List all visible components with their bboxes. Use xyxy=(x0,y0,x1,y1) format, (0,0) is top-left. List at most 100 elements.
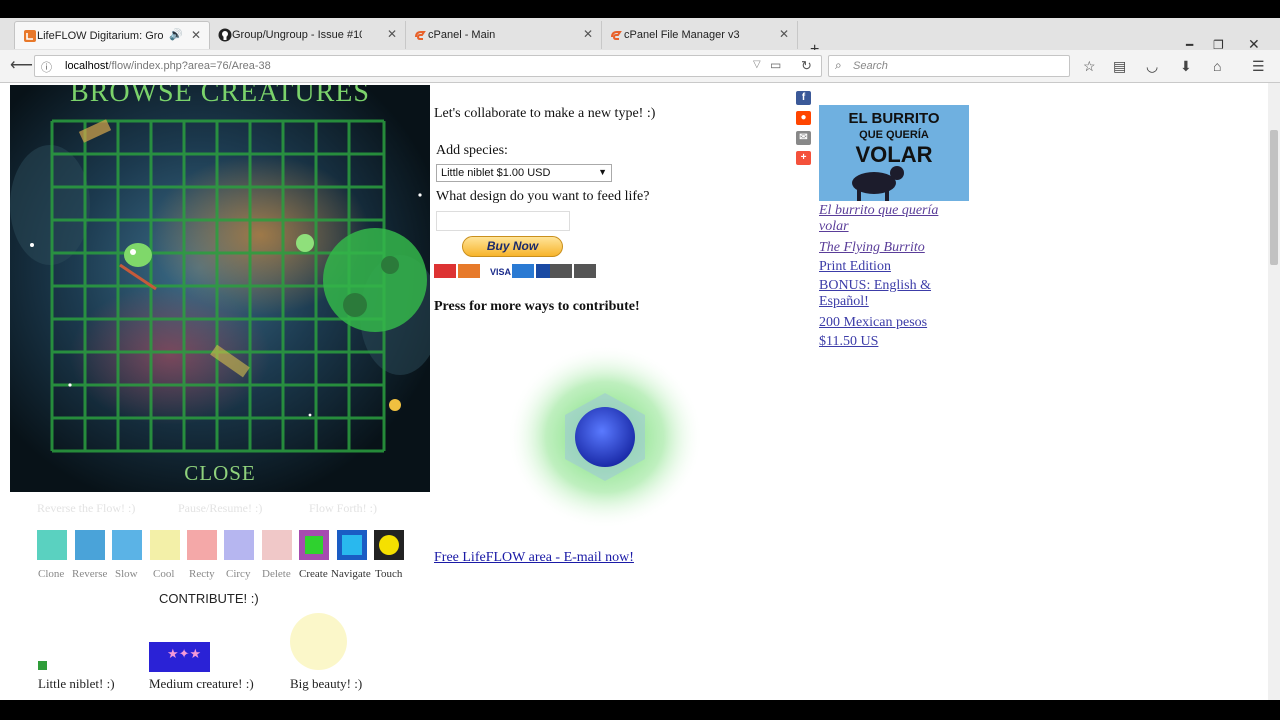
little-niblet-swatch[interactable] xyxy=(38,661,47,670)
donkey-illustration xyxy=(852,166,904,201)
buy-now-button[interactable]: Buy Now xyxy=(462,236,563,257)
home-icon[interactable]: ⌂ xyxy=(1213,58,1221,74)
collab-text: Let's collaborate to make a new type! :) xyxy=(434,106,656,121)
tool-label-cool: Cool xyxy=(153,568,175,580)
medium-creature-swatch[interactable]: ★✦★ xyxy=(149,642,210,672)
tool-label-create: Create xyxy=(299,568,328,580)
tab-lifeflow[interactable]: LifeFLOW Digitarium: Gro 🔊 ✕ xyxy=(14,21,210,49)
clone-tool-icon[interactable] xyxy=(37,530,67,560)
search-placeholder: Search xyxy=(853,60,888,72)
navigate-tool-icon[interactable] xyxy=(337,530,367,560)
dropdown-arrow-icon: ▼ xyxy=(598,167,607,177)
flow-forth-button[interactable]: Flow Forth! :) xyxy=(309,501,377,516)
lifeflow-favicon-icon xyxy=(24,30,36,42)
search-box[interactable]: ⌕ Search xyxy=(828,55,1070,77)
species-select[interactable]: Little niblet $1.00 USD ▼ xyxy=(436,164,612,182)
tab-github-issue[interactable]: Group/Ungroup - Issue #10 - ✕ xyxy=(210,21,406,49)
tool-label-recty: Recty xyxy=(189,568,215,580)
bonus-link[interactable]: BONUS: English & Español! xyxy=(819,278,969,310)
email-icon[interactable]: ✉ xyxy=(796,131,811,145)
add-species-label: Add species: xyxy=(436,143,508,158)
pocket-icon[interactable]: ◡ xyxy=(1146,58,1158,75)
navigation-toolbar: ⟵ ⓘ localhost/flow/index.php?area=76/Are… xyxy=(0,50,1280,83)
price-usd-link[interactable]: $11.50 US xyxy=(819,334,878,350)
contribute-orb-icon[interactable] xyxy=(505,345,705,535)
close-tab-icon[interactable]: ✕ xyxy=(387,27,397,41)
book-title-es-link[interactable]: El burrito que quería volar xyxy=(819,203,938,235)
design-input[interactable] xyxy=(436,211,570,231)
payment-cards-icon: VISA xyxy=(434,264,596,278)
slow-tool-icon[interactable] xyxy=(112,530,142,560)
size-label-little[interactable]: Little niblet! :) xyxy=(38,676,115,692)
reader-view-icon[interactable]: ▭ xyxy=(770,58,781,72)
reverse-tool-icon[interactable] xyxy=(75,530,105,560)
tab-strip: LifeFLOW Digitarium: Gro 🔊 ✕ Group/Ungro… xyxy=(0,18,1280,58)
browse-creatures-panel[interactable]: BROWSE CREATURES CLOSE xyxy=(10,85,430,492)
tab-cpanel-file-manager[interactable]: cPanel File Manager v3 ✕ xyxy=(602,21,798,49)
panel-title: BROWSE CREATURES xyxy=(70,85,370,108)
price-mxn-link[interactable]: 200 Mexican pesos xyxy=(819,315,927,331)
recty-tool-icon[interactable] xyxy=(187,530,217,560)
bookmarks-list-icon[interactable]: ▤ xyxy=(1113,58,1126,75)
reverse-flow-button[interactable]: Reverse the Flow! :) xyxy=(37,501,135,516)
tool-label-touch: Touch xyxy=(375,568,403,580)
tool-label-slow: Slow xyxy=(115,568,138,580)
tool-label-delete: Delete xyxy=(262,568,291,580)
tool-label-clone: Clone xyxy=(38,568,65,580)
tool-label-navigate: Navigate xyxy=(331,568,371,580)
pause-resume-button[interactable]: Pause/Resume! :) xyxy=(178,501,262,516)
tab-title: Group/Ungroup - Issue #10 - xyxy=(232,29,362,41)
os-bottom-bar xyxy=(0,700,1280,720)
circy-tool-icon[interactable] xyxy=(224,530,254,560)
tab-title: cPanel File Manager v3 xyxy=(624,29,740,41)
contribute-button[interactable]: CONTRIBUTE! :) xyxy=(159,591,259,606)
design-question-label: What design do you want to feed life? xyxy=(436,189,650,204)
create-tool-icon[interactable] xyxy=(299,530,329,560)
speaker-icon[interactable]: 🔊 xyxy=(169,28,183,41)
close-tab-icon[interactable]: ✕ xyxy=(583,27,593,41)
close-tab-icon[interactable]: ✕ xyxy=(779,27,789,41)
back-arrow-icon[interactable]: ⟵ xyxy=(10,55,33,75)
delete-tool-icon[interactable] xyxy=(262,530,292,560)
dropdown-arrow-icon[interactable]: ▽ xyxy=(753,59,761,70)
cpanel-icon xyxy=(415,31,426,40)
tool-label-reverse: Reverse xyxy=(72,568,108,580)
svg-text:VISA: VISA xyxy=(490,267,512,277)
bookmark-star-icon[interactable]: ☆ xyxy=(1083,58,1096,75)
tool-label-circy: Circy xyxy=(226,568,251,580)
os-top-bar xyxy=(0,0,1280,18)
more-icon[interactable]: + xyxy=(796,151,811,165)
book-title-en-link[interactable]: The Flying Burrito xyxy=(819,240,925,256)
reload-icon[interactable]: ↻ xyxy=(801,58,812,74)
cpanel-icon xyxy=(611,31,622,40)
print-edition-link[interactable]: Print Edition xyxy=(819,259,891,275)
free-area-link[interactable]: Free LifeFLOW area - E-mail now! xyxy=(434,550,634,566)
close-tab-icon[interactable]: ✕ xyxy=(191,28,201,42)
size-label-big[interactable]: Big beauty! :) xyxy=(290,676,362,692)
facebook-icon[interactable]: f xyxy=(796,91,811,105)
menu-icon[interactable]: ☰ xyxy=(1252,58,1265,75)
stars-icon: ★✦★ xyxy=(167,646,202,661)
book-cover-line2: QUE QUERÍA xyxy=(859,129,929,141)
url-bar[interactable]: ⓘ localhost/flow/index.php?area=76/Area-… xyxy=(34,55,822,77)
url-text: localhost/flow/index.php?area=76/Area-38 xyxy=(65,60,271,72)
reddit-icon[interactable]: ● xyxy=(796,111,811,125)
scrollbar-thumb[interactable] xyxy=(1270,130,1278,265)
page-content: BROWSE CREATURES CLOSE Reverse the Flow!… xyxy=(0,83,1268,700)
tab-title: LifeFLOW Digitarium: Gro xyxy=(37,29,164,42)
download-icon[interactable]: ⬇ xyxy=(1180,58,1192,75)
cool-tool-icon[interactable] xyxy=(150,530,180,560)
info-icon[interactable]: ⓘ xyxy=(41,59,52,75)
search-icon: ⌕ xyxy=(835,58,842,72)
press-more-text: Press for more ways to contribute! xyxy=(434,299,640,314)
book-cover-line1: EL BURRITO xyxy=(848,110,940,127)
github-icon xyxy=(218,28,232,42)
touch-tool-icon[interactable] xyxy=(374,530,404,560)
tab-title: cPanel - Main xyxy=(428,29,496,41)
size-label-medium[interactable]: Medium creature! :) xyxy=(149,676,254,692)
close-panel-button[interactable]: CLOSE xyxy=(10,461,430,486)
book-cover-image[interactable]: EL BURRITO QUE QUERÍA VOLAR xyxy=(819,105,969,201)
big-beauty-swatch[interactable] xyxy=(290,613,347,670)
tab-cpanel-main[interactable]: cPanel - Main ✕ xyxy=(406,21,602,49)
creatures-grid-canvas[interactable] xyxy=(10,85,430,492)
